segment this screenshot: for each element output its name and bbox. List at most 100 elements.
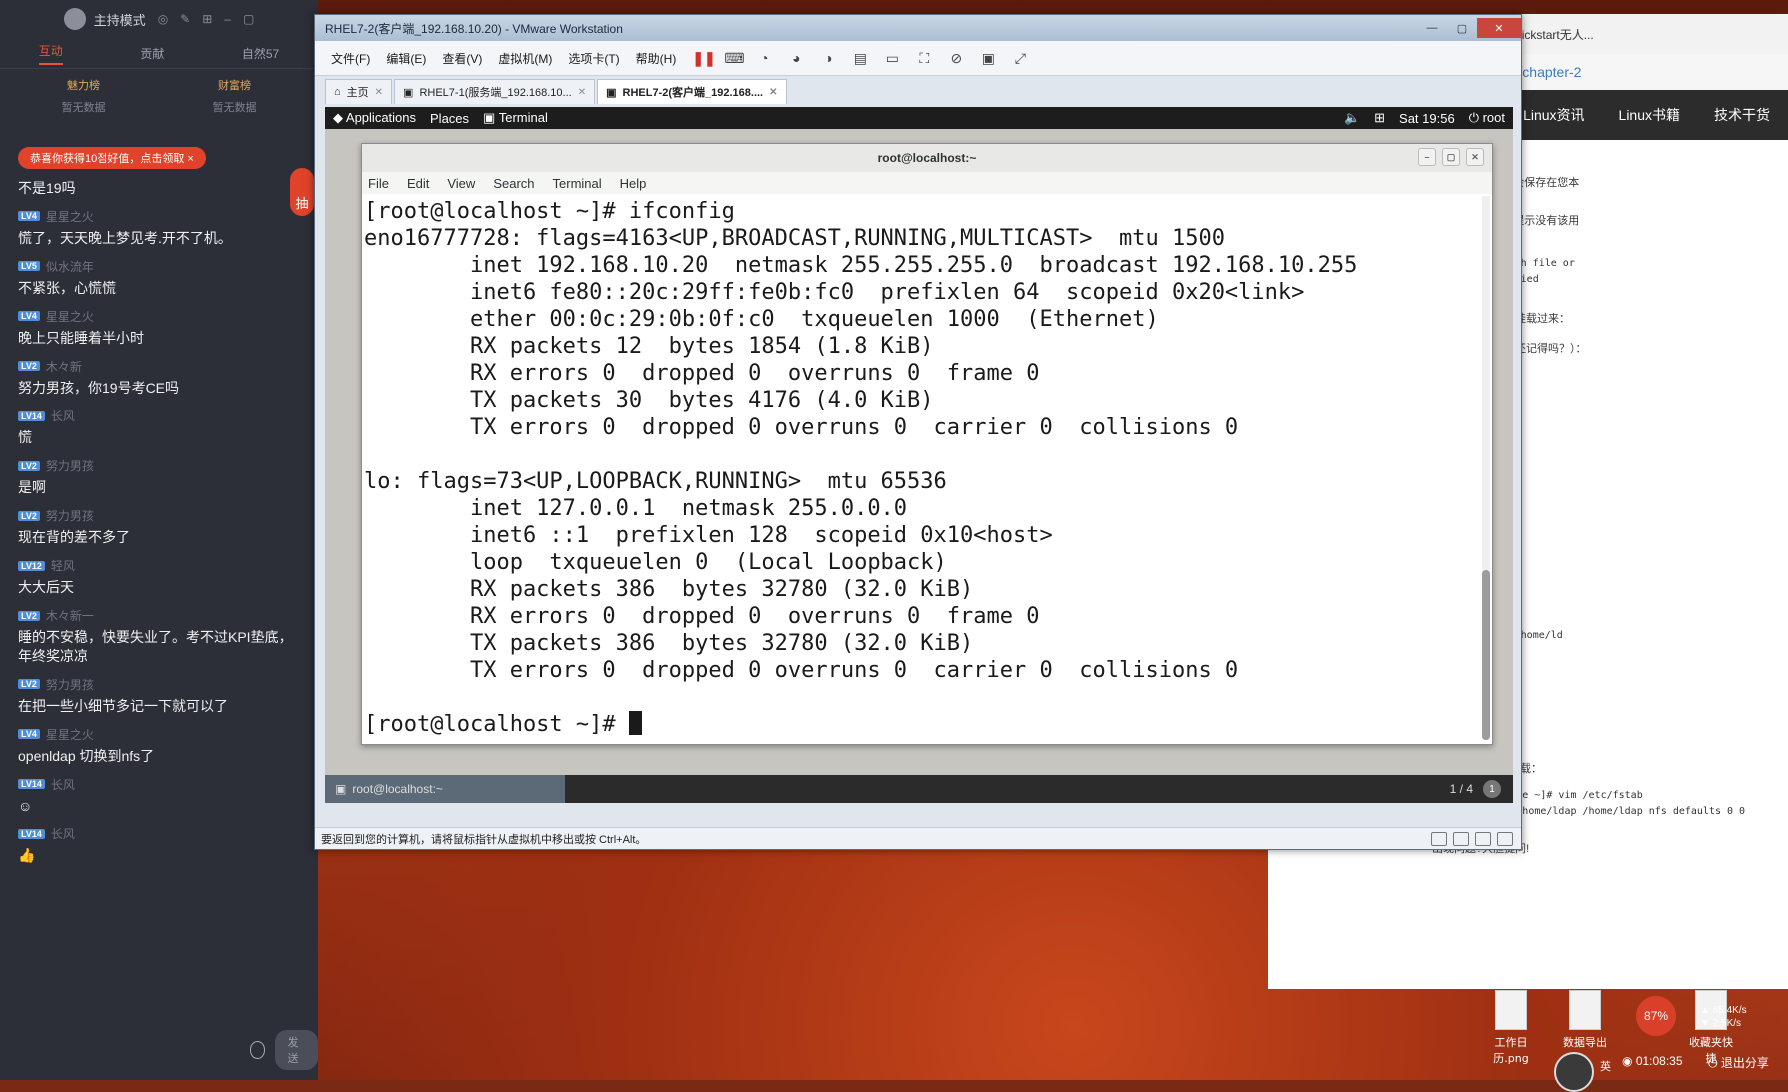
menu-tabs[interactable]: 选项卡(T) — [568, 50, 619, 67]
clock[interactable]: Sat 19:56 — [1399, 111, 1455, 126]
terminal-menu-file[interactable]: File — [368, 176, 389, 191]
vmware-menubar: 文件(F) 编辑(E) 查看(V) 虚拟机(M) 选项卡(T) 帮助(H) ❚❚… — [315, 41, 1521, 76]
snapshot-icon[interactable]: ◔ — [756, 50, 772, 66]
thumbnail-icon[interactable]: ▭ — [884, 50, 900, 66]
menu-view[interactable]: 查看(V) — [442, 50, 482, 67]
tab-interact[interactable]: 互动 — [38, 42, 63, 65]
close-tab-icon[interactable]: ✕ — [375, 87, 383, 98]
library-icon[interactable]: ▤ — [852, 50, 868, 66]
workspace-indicator[interactable]: 1 / 4 1 — [1450, 780, 1513, 798]
message-text: 在把一些小细节多记一下就可以了 — [18, 697, 228, 714]
username[interactable]: 星星之火 — [46, 308, 94, 325]
nav-item[interactable]: 技术干货 — [1714, 105, 1770, 125]
message-meta: LV2 努力男孩 — [18, 457, 300, 474]
send-keys-icon[interactable]: ⌨ — [724, 50, 744, 66]
applications-menu[interactable]: ◆ Applications — [333, 110, 416, 126]
draw-badge[interactable]: 抽 — [290, 168, 314, 216]
scrollbar-thumb[interactable] — [1482, 570, 1490, 740]
tab-home[interactable]: ⌂ 主页 ✕ — [325, 79, 393, 104]
hdd-icon[interactable] — [1431, 831, 1447, 846]
terminal-menu-search[interactable]: Search — [493, 176, 534, 191]
username[interactable]: 长风 — [51, 825, 75, 842]
terminal-line: ether 00:0c:29:0b:0f:c0 txqueuelen 1000 … — [364, 307, 1159, 332]
desktop-icon-export[interactable]: 数据导出 — [1560, 990, 1610, 1050]
username[interactable]: 努力男孩 — [46, 676, 94, 693]
tab-rhel7-2[interactable]: ▣ RHEL7-2(客户端_192.168.... ✕ — [597, 79, 787, 104]
username[interactable]: 似水流年 — [46, 258, 94, 275]
console-icon[interactable]: ▣ — [980, 50, 996, 66]
username[interactable]: 星星之火 — [46, 208, 94, 225]
emoji-icon[interactable] — [250, 1041, 266, 1059]
username[interactable]: 木々新 — [46, 358, 82, 375]
vmware-titlebar[interactable]: RHEL7-2(客户端_192.168.10.20) - VMware Work… — [315, 15, 1521, 41]
menu-help[interactable]: 帮助(H) — [636, 50, 677, 67]
guest-screen[interactable]: ◆ Applications Places ▣ Terminal 🔈 ⊞ Sat… — [325, 107, 1513, 803]
tab-rhel7-1[interactable]: ▣ RHEL7-1(服务端_192.168.10... ✕ — [394, 79, 596, 104]
unity-icon[interactable]: ⊘ — [948, 50, 964, 66]
close-tab-icon[interactable]: ✕ — [578, 87, 586, 98]
edit-icon[interactable]: ✎ — [180, 12, 190, 26]
level-badge: LV2 — [18, 361, 40, 372]
send-button[interactable]: 发送 — [275, 1030, 318, 1070]
notification-icon[interactable]: 1 — [1483, 780, 1501, 798]
terminal-scrollbar[interactable] — [1482, 196, 1490, 740]
snapshot-manager-icon[interactable]: ◑ — [820, 50, 836, 66]
terminal-prompt-line[interactable]: [root@localhost ~]# — [364, 711, 1492, 738]
display-icon[interactable] — [1497, 831, 1513, 846]
volume-icon[interactable]: 🔈 — [1344, 110, 1360, 126]
menu-edit[interactable]: 编辑(E) — [386, 50, 426, 67]
share-icon[interactable]: ⊞ — [202, 12, 212, 26]
minimize-button[interactable]: — — [1417, 18, 1447, 38]
close-button[interactable]: ✕ — [1477, 18, 1521, 38]
username[interactable]: 努力男孩 — [46, 507, 94, 524]
network-icon[interactable]: ⊞ — [1374, 110, 1385, 126]
terminal-menu-edit[interactable]: Edit — [407, 176, 429, 191]
terminal-menu-terminal[interactable]: Terminal — [553, 176, 602, 191]
tab-contrib[interactable]: 贡献 — [140, 45, 164, 62]
exit-share-label: 退出分享 — [1720, 1056, 1769, 1070]
host-avatar — [63, 8, 86, 30]
restore-icon[interactable]: ▢ — [243, 12, 254, 26]
fullscreen-icon[interactable]: ⛶ — [916, 50, 932, 66]
username[interactable]: 长风 — [51, 407, 75, 424]
minimize-icon[interactable]: – — [224, 12, 231, 26]
taskbar-terminal-item[interactable]: ▣ root@localhost:~ — [325, 775, 565, 803]
nav-item[interactable]: Linux资讯 — [1523, 105, 1584, 125]
file-icon — [1495, 990, 1527, 1030]
close-tab-icon[interactable]: ✕ — [769, 87, 777, 98]
terminal-output[interactable]: [root@localhost ~]# ifconfig eno16777728:… — [362, 194, 1492, 738]
username[interactable]: 长风 — [51, 776, 75, 793]
ime-indicator[interactable]: 英 — [1600, 1058, 1611, 1074]
user-menu[interactable]: ⏻ root — [1469, 110, 1505, 126]
username[interactable]: 木々新一 — [46, 607, 94, 624]
wealth-rank[interactable]: 财富榜 — [218, 77, 251, 93]
chat-topbar: 主持模式 ◎ ✎ ⊞ – ▢ — [0, 0, 318, 38]
revert-snapshot-icon[interactable]: ◕ — [788, 50, 804, 66]
places-menu[interactable]: Places — [430, 111, 469, 126]
terminal-titlebar[interactable]: root@localhost:~ – ▢ ✕ — [362, 144, 1492, 172]
exit-share-button[interactable]: ⏻ 退出分享 — [1708, 1054, 1769, 1071]
username[interactable]: 努力男孩 — [46, 457, 94, 474]
menu-file[interactable]: 文件(F) — [331, 50, 370, 67]
cdrom-icon[interactable] — [1453, 831, 1469, 846]
network-adapter-icon[interactable] — [1475, 831, 1491, 846]
terminal-menu-help[interactable]: Help — [620, 176, 647, 191]
pause-icon[interactable]: ❚❚ — [692, 50, 715, 66]
username[interactable]: 星星之火 — [46, 726, 94, 743]
desktop-icon-label: 数据导出 — [1563, 1036, 1607, 1049]
menu-vm[interactable]: 虚拟机(M) — [498, 50, 552, 67]
charm-rank[interactable]: 魅力榜 — [67, 77, 100, 93]
terminal-menu-view[interactable]: View — [447, 176, 475, 191]
terminal-app-menu[interactable]: ▣ Terminal — [483, 110, 548, 126]
settings-icon[interactable]: ◎ — [158, 12, 168, 26]
desktop-icon-calendar[interactable]: 工作日历.png — [1486, 990, 1536, 1066]
terminal-maximize-button[interactable]: ▢ — [1442, 148, 1460, 166]
maximize-button[interactable]: ▢ — [1447, 18, 1477, 38]
username[interactable]: 轻风 — [51, 557, 75, 574]
tab-natural[interactable]: 自然57 — [242, 45, 279, 62]
terminal-close-button[interactable]: ✕ — [1466, 148, 1484, 166]
terminal-minimize-button[interactable]: – — [1418, 148, 1436, 166]
nav-item[interactable]: Linux书籍 — [1619, 105, 1680, 125]
stretch-icon[interactable]: ⤢ — [1012, 50, 1028, 66]
gift-banner[interactable]: 恭喜你获得10점好值，点击领取 × — [18, 147, 206, 169]
